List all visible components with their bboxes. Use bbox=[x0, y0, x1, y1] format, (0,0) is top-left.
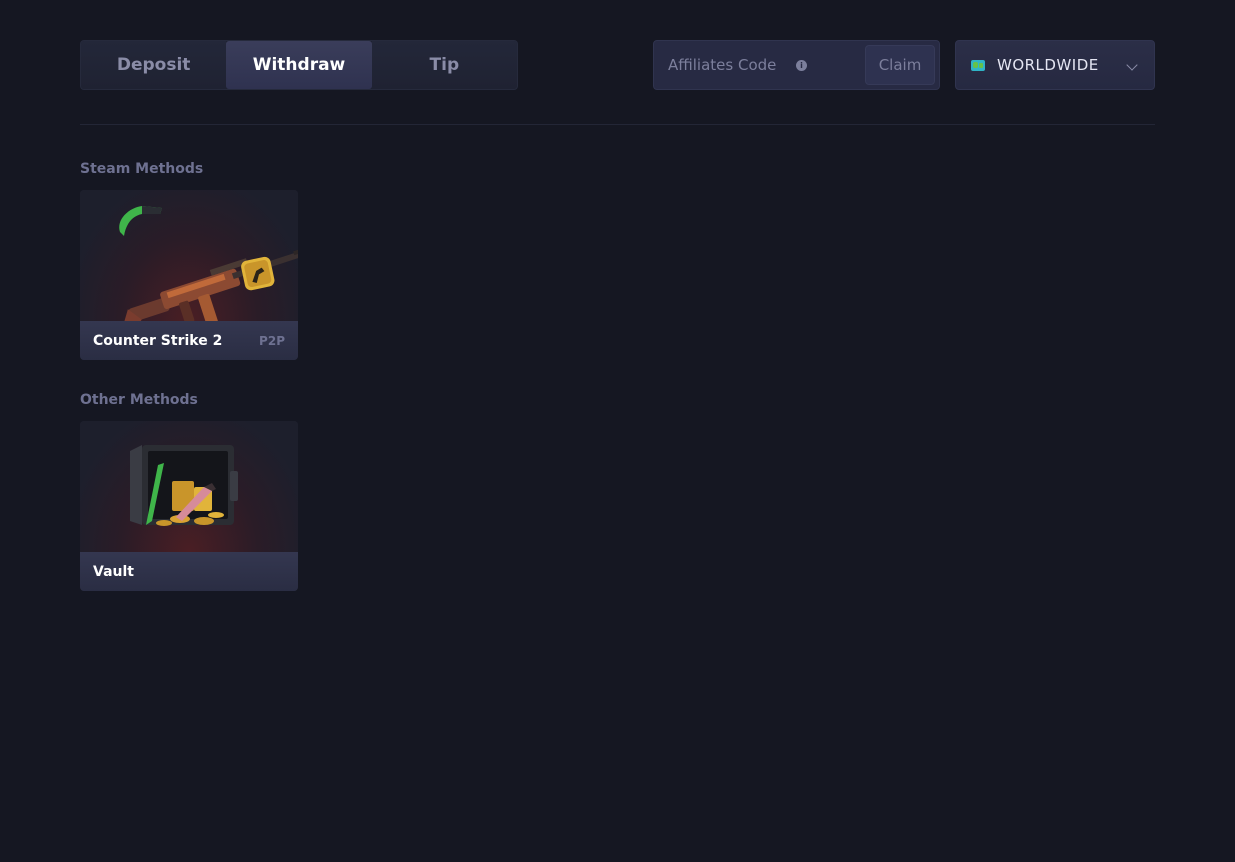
transaction-tabs: Deposit Withdraw Tip bbox=[80, 40, 518, 90]
chevron-down-icon bbox=[1126, 59, 1138, 71]
method-card-vault[interactable]: Vault bbox=[80, 421, 298, 591]
card-footer: Counter Strike 2 P2P bbox=[80, 321, 298, 360]
affiliate-code-input[interactable] bbox=[668, 56, 786, 74]
cs2-weapons-image bbox=[80, 190, 298, 321]
divider bbox=[80, 124, 1155, 125]
claim-button[interactable]: Claim bbox=[865, 45, 935, 85]
card-name: Vault bbox=[93, 563, 134, 580]
vault-safe-image bbox=[80, 421, 298, 552]
globe-flag-icon bbox=[971, 59, 985, 71]
method-card-cs2[interactable]: Counter Strike 2 P2P bbox=[80, 190, 298, 360]
tab-tip[interactable]: Tip bbox=[371, 41, 517, 89]
region-selector[interactable]: WORLDWIDE bbox=[955, 40, 1155, 90]
info-icon[interactable]: i bbox=[796, 59, 807, 71]
payment-page: Deposit Withdraw Tip i Claim WORLDWIDE S… bbox=[0, 0, 1235, 862]
section-title-steam: Steam Methods bbox=[80, 161, 204, 177]
tab-withdraw[interactable]: Withdraw bbox=[226, 41, 372, 89]
tab-deposit[interactable]: Deposit bbox=[81, 41, 227, 89]
card-name: Counter Strike 2 bbox=[93, 332, 223, 349]
card-footer: Vault bbox=[80, 552, 298, 591]
section-title-other: Other Methods bbox=[80, 392, 198, 408]
card-tag: P2P bbox=[259, 333, 285, 348]
affiliate-code-box: i Claim bbox=[653, 40, 940, 90]
region-label: WORLDWIDE bbox=[997, 56, 1099, 74]
